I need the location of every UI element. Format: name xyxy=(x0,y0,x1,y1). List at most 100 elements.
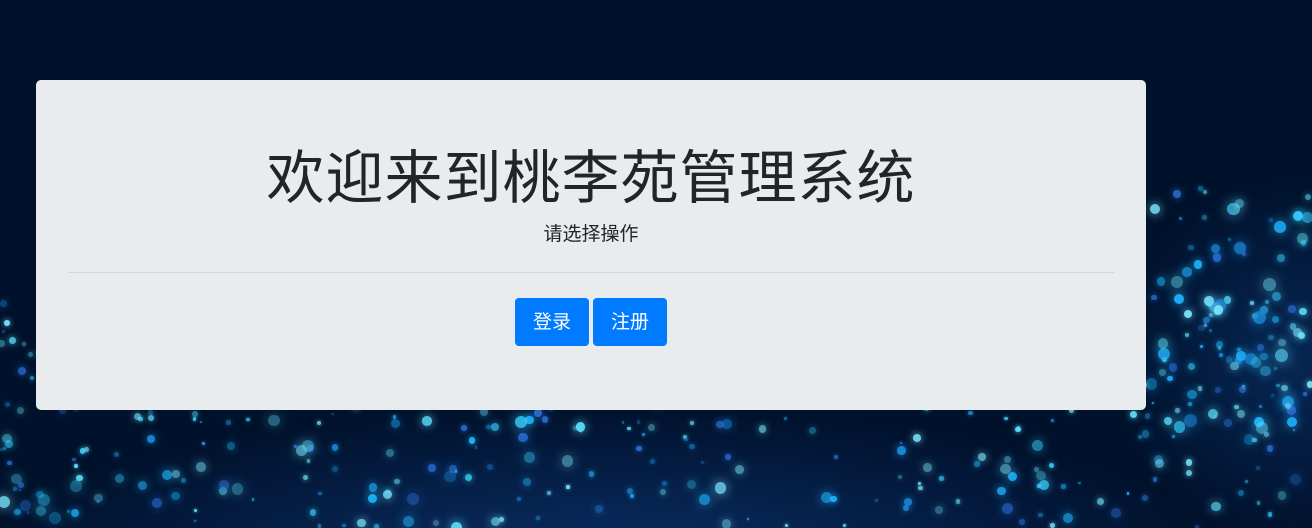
particle-dot xyxy=(684,437,688,441)
particle-dot xyxy=(594,505,603,514)
particle-dot xyxy=(192,417,197,421)
particle-dot xyxy=(226,420,231,425)
particle-dot xyxy=(1182,267,1192,277)
particle-dot xyxy=(534,408,542,417)
particle-dot xyxy=(1274,367,1278,370)
particle-dot xyxy=(923,463,932,472)
particle-dot xyxy=(716,420,724,428)
particle-dot xyxy=(1287,304,1296,313)
particle-dot xyxy=(1238,385,1247,393)
particle-dot xyxy=(1266,444,1274,452)
particle-dot xyxy=(294,445,297,448)
particle-dot xyxy=(1292,211,1303,222)
particle-dot xyxy=(1152,476,1158,482)
particle-dot xyxy=(8,337,16,345)
particle-dot xyxy=(219,480,229,490)
login-button[interactable]: 登录 xyxy=(515,298,589,346)
particle-dot xyxy=(1262,278,1276,292)
particle-dot xyxy=(918,485,923,490)
particle-dot xyxy=(1250,357,1262,368)
particle-dot xyxy=(1145,377,1158,390)
particle-dot xyxy=(1186,470,1193,476)
particle-dot xyxy=(1278,338,1286,347)
particle-dot xyxy=(1306,381,1312,388)
particle-dot xyxy=(955,499,961,504)
particle-dot xyxy=(5,439,14,448)
particle-dot xyxy=(974,461,980,468)
particle-dot xyxy=(3,320,10,326)
particle-dot xyxy=(1144,413,1151,419)
particle-dot xyxy=(1260,352,1268,361)
particle-dot xyxy=(1302,392,1307,396)
particle-dot xyxy=(1060,484,1066,489)
particle-dot xyxy=(1187,389,1197,399)
particle-dot xyxy=(1278,491,1287,500)
particle-dot xyxy=(1004,416,1008,421)
particle-dot xyxy=(1275,348,1289,362)
particle-dot xyxy=(29,375,34,380)
particle-dot xyxy=(1292,328,1302,338)
particle-dot xyxy=(842,523,846,527)
particle-dot xyxy=(318,491,322,495)
particle-dot xyxy=(468,437,476,444)
particle-dot xyxy=(1203,324,1207,328)
particle-dot xyxy=(661,480,667,486)
particle-dot xyxy=(659,488,666,495)
particle-dot xyxy=(1157,347,1171,361)
divider xyxy=(68,272,1114,273)
particle-dot xyxy=(1255,465,1260,470)
particle-dot xyxy=(251,498,255,501)
particle-dot xyxy=(1274,220,1287,233)
particle-dot xyxy=(1213,305,1224,315)
particle-dot xyxy=(114,473,125,483)
particle-dot xyxy=(1171,434,1175,438)
particle-dot xyxy=(939,475,944,481)
particle-dot xyxy=(1208,312,1213,317)
register-button[interactable]: 注册 xyxy=(593,298,667,346)
particle-dot xyxy=(783,417,787,421)
particle-dot xyxy=(722,418,732,429)
particle-dot xyxy=(1211,501,1221,512)
particle-dot xyxy=(422,416,432,426)
particle-dot xyxy=(1187,402,1192,407)
particle-dot xyxy=(1184,414,1197,428)
particle-dot xyxy=(1036,470,1046,480)
particle-dot xyxy=(1019,518,1026,525)
particle-dot xyxy=(1003,455,1011,463)
particle-dot xyxy=(1194,524,1199,528)
particle-dot xyxy=(699,494,710,505)
particle-dot xyxy=(1301,212,1312,223)
particle-dot xyxy=(588,471,594,477)
particle-dot xyxy=(180,477,187,484)
particle-dot xyxy=(48,512,61,525)
particle-dot xyxy=(373,524,380,528)
particle-dot xyxy=(171,469,180,478)
particle-dot xyxy=(725,453,732,460)
particle-dot xyxy=(444,470,456,483)
particle-dot xyxy=(1256,501,1260,505)
particle-dot xyxy=(650,459,655,464)
particle-dot xyxy=(561,455,574,467)
particle-dot xyxy=(1260,366,1271,377)
particle-dot xyxy=(688,443,695,450)
particle-dot xyxy=(1159,369,1166,376)
particle-dot xyxy=(899,441,903,444)
particle-dot xyxy=(903,497,912,506)
particle-dot xyxy=(2,329,5,333)
particle-dot xyxy=(758,425,767,433)
particle-dot xyxy=(341,523,346,528)
particle-dot xyxy=(1173,293,1185,304)
particle-dot xyxy=(309,508,317,516)
particle-dot xyxy=(1001,503,1013,514)
particle-dot xyxy=(1051,419,1054,422)
particle-dot xyxy=(331,466,338,473)
particle-dot xyxy=(626,487,633,494)
particle-dot xyxy=(875,499,878,502)
particle-dot xyxy=(627,426,631,431)
particle-dot xyxy=(83,447,89,452)
particle-dot xyxy=(36,490,44,499)
particle-dot xyxy=(1230,361,1239,371)
particle-dot xyxy=(0,448,3,452)
particle-dot xyxy=(1154,458,1165,468)
particle-dot xyxy=(66,509,70,514)
